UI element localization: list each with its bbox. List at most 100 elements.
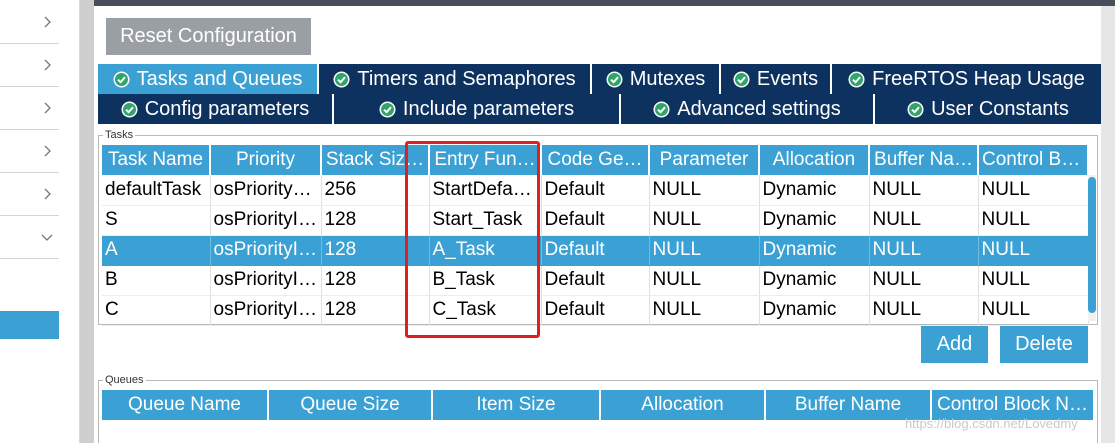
chevron-right-icon [40, 187, 54, 201]
add-task-button[interactable]: Add [921, 326, 988, 363]
table-cell: A [102, 235, 211, 266]
right-scrollbar-track[interactable] [1101, 6, 1115, 443]
table-cell: Dynamic [759, 235, 870, 266]
window-title-bar [94, 0, 1115, 6]
table-cell: C [102, 295, 211, 326]
check-circle-icon [113, 71, 130, 88]
tasks-table: Task Name Priority Stack Siz… Entry Fun…… [102, 145, 1089, 326]
tab-label: User Constants [931, 97, 1069, 120]
left-sidebar [0, 0, 80, 443]
table-cell: NULL [869, 295, 979, 326]
tasks-header-row: Task Name Priority Stack Siz… Entry Fun…… [102, 145, 1089, 175]
sidebar-item-4[interactable] [0, 131, 59, 173]
table-cell: Default [541, 175, 650, 206]
reset-configuration-button[interactable]: Reset Configuration [106, 18, 311, 55]
chevron-right-icon [40, 15, 54, 29]
column-header-buffer-name[interactable]: Buffer Na… [869, 145, 979, 175]
column-header-queue-size[interactable]: Queue Size [268, 390, 433, 420]
tab-label: Tasks and Queues [136, 67, 303, 90]
table-cell: osPriorityI… [210, 265, 322, 296]
table-cell: osPriorityI… [210, 295, 322, 326]
table-cell: Default [541, 265, 650, 296]
table-cell: osPriorityI… [210, 235, 322, 266]
sidebar-item-5[interactable] [0, 174, 59, 216]
check-circle-icon [333, 71, 350, 88]
sidebar-item-1[interactable] [0, 2, 59, 44]
table-cell: NULL [978, 175, 1089, 206]
table-cell: Dynamic [759, 175, 870, 206]
watermark-text: https://blog.csdn.net/Lovedmy [905, 416, 1078, 431]
column-header-parameter[interactable]: Parameter [649, 145, 760, 175]
tab-mutexes[interactable]: Mutexes [592, 64, 721, 94]
chevron-right-icon [40, 58, 54, 72]
column-header-queue-name[interactable]: Queue Name [102, 390, 269, 420]
table-cell: NULL [649, 295, 760, 326]
tab-bar-primary: Tasks and Queues Timers and Semaphores M… [98, 64, 1101, 94]
table-cell: NULL [649, 205, 760, 236]
tab-bar-secondary: Config parameters Include parameters Adv… [98, 94, 1101, 124]
column-header-allocation[interactable]: Allocation [600, 390, 766, 420]
delete-task-button[interactable]: Delete [1000, 326, 1088, 363]
table-cell: B [102, 265, 211, 296]
column-header-task-name[interactable]: Task Name [102, 145, 211, 175]
tab-label: Advanced settings [677, 97, 841, 120]
table-cell: Dynamic [759, 295, 870, 326]
table-cell: Default [541, 205, 650, 236]
check-circle-icon [606, 71, 623, 88]
sidebar-selected-item[interactable] [0, 311, 59, 339]
table-cell: NULL [869, 205, 979, 236]
tasks-scrollbar-thumb[interactable] [1088, 177, 1096, 313]
table-cell: NULL [649, 265, 760, 296]
sidebar-item-3[interactable] [0, 88, 59, 130]
chevron-right-icon [40, 101, 54, 115]
check-circle-icon [848, 71, 865, 88]
table-cell: NULL [869, 175, 979, 206]
check-circle-icon [379, 101, 396, 118]
table-row[interactable]: C osPriorityI… 128 C_Task Default NULL D… [102, 295, 1089, 326]
table-cell: NULL [649, 235, 760, 266]
column-header-code-generation[interactable]: Code Ge… [541, 145, 650, 175]
entry-function-highlight-box [405, 141, 540, 338]
table-row[interactable]: B osPriorityI… 128 B_Task Default NULL D… [102, 265, 1089, 296]
tab-freertos-heap-usage[interactable]: FreeRTOS Heap Usage [832, 64, 1101, 94]
chevron-down-icon [40, 230, 54, 244]
column-header-priority[interactable]: Priority [210, 145, 322, 175]
chevron-right-icon [40, 144, 54, 158]
table-cell: NULL [978, 295, 1089, 326]
sidebar-item-6[interactable] [0, 217, 59, 259]
check-circle-icon [907, 101, 924, 118]
tab-tasks-and-queues[interactable]: Tasks and Queues [98, 64, 319, 94]
tab-user-constants[interactable]: User Constants [875, 94, 1101, 124]
tab-timers-and-semaphores[interactable]: Timers and Semaphores [319, 64, 592, 94]
table-cell: NULL [978, 205, 1089, 236]
column-header-allocation[interactable]: Allocation [759, 145, 870, 175]
table-cell: Default [541, 295, 650, 326]
table-cell: S [102, 205, 211, 236]
table-row[interactable]: defaultTask osPriority… 256 StartDefa… D… [102, 175, 1089, 206]
table-row[interactable]: S osPriorityI… 128 Start_Task Default NU… [102, 205, 1089, 236]
sidebar-item-2[interactable] [0, 45, 59, 87]
tab-label: Events [756, 67, 819, 90]
tab-config-parameters[interactable]: Config parameters [98, 94, 334, 124]
tab-label: FreeRTOS Heap Usage [872, 67, 1085, 90]
column-header-control-block[interactable]: Control Bl… [978, 145, 1089, 175]
tab-label: Mutexes [629, 67, 706, 90]
check-circle-icon [121, 101, 138, 118]
column-header-item-size[interactable]: Item Size [432, 390, 601, 420]
table-cell: Dynamic [759, 265, 870, 296]
panel-divider [80, 0, 94, 443]
tab-label: Timers and Semaphores [357, 67, 576, 90]
tab-include-parameters[interactable]: Include parameters [334, 94, 621, 124]
table-cell: osPriority… [210, 175, 322, 206]
queues-group-label: Queues [103, 374, 146, 386]
tasks-group-label: Tasks [103, 129, 136, 141]
table-cell: NULL [869, 235, 979, 266]
table-cell: NULL [649, 175, 760, 206]
table-cell: NULL [978, 265, 1089, 296]
table-row-selected[interactable]: A osPriorityI… 128 A_Task Default NULL D… [102, 235, 1089, 266]
tab-events[interactable]: Events [721, 64, 832, 94]
tab-advanced-settings[interactable]: Advanced settings [621, 94, 875, 124]
table-cell: defaultTask [102, 175, 211, 206]
check-circle-icon [653, 101, 670, 118]
tab-label: Config parameters [144, 97, 310, 120]
